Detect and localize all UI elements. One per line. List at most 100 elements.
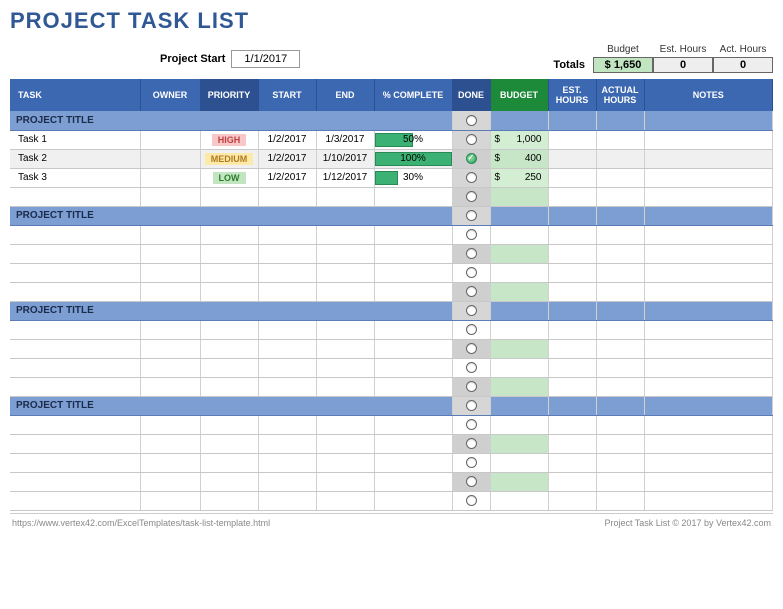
- cell[interactable]: [644, 472, 773, 491]
- priority-cell[interactable]: HIGH: [200, 130, 258, 149]
- done-cell[interactable]: [452, 130, 490, 149]
- radio-icon[interactable]: [466, 229, 477, 240]
- cell[interactable]: [374, 491, 452, 510]
- cell[interactable]: [200, 244, 258, 263]
- cell[interactable]: [490, 491, 548, 510]
- owner-cell[interactable]: [140, 130, 200, 149]
- cell[interactable]: [548, 453, 596, 472]
- cell[interactable]: [140, 415, 200, 434]
- cell[interactable]: [200, 187, 258, 206]
- cell[interactable]: [548, 187, 596, 206]
- radio-icon[interactable]: [466, 438, 477, 449]
- cell[interactable]: [596, 320, 644, 339]
- cell[interactable]: [140, 453, 200, 472]
- project-start-value[interactable]: 1/1/2017: [231, 50, 300, 68]
- cell[interactable]: [490, 472, 548, 491]
- cell[interactable]: [374, 339, 452, 358]
- cell[interactable]: [548, 434, 596, 453]
- cell[interactable]: [644, 263, 773, 282]
- end-cell[interactable]: 1/3/2017: [316, 130, 374, 149]
- cell[interactable]: [374, 358, 452, 377]
- act-cell[interactable]: [596, 130, 644, 149]
- cell[interactable]: [490, 225, 548, 244]
- cell[interactable]: [452, 472, 490, 491]
- cell[interactable]: [452, 187, 490, 206]
- cell[interactable]: [452, 320, 490, 339]
- cell[interactable]: [374, 263, 452, 282]
- cell[interactable]: [10, 244, 140, 263]
- done-cell[interactable]: [452, 301, 490, 320]
- budget-cell[interactable]: $400: [490, 149, 548, 168]
- cell[interactable]: [258, 415, 316, 434]
- cell[interactable]: [258, 358, 316, 377]
- cell[interactable]: [200, 320, 258, 339]
- pct-cell[interactable]: 50%: [374, 130, 452, 149]
- cell[interactable]: [316, 415, 374, 434]
- cell[interactable]: [374, 244, 452, 263]
- cell[interactable]: [200, 453, 258, 472]
- radio-icon[interactable]: [466, 134, 477, 145]
- cell[interactable]: [140, 225, 200, 244]
- cell[interactable]: [548, 282, 596, 301]
- cell[interactable]: [490, 282, 548, 301]
- radio-icon[interactable]: [466, 210, 477, 221]
- cell[interactable]: [596, 244, 644, 263]
- est-cell[interactable]: [548, 168, 596, 187]
- cell[interactable]: [452, 339, 490, 358]
- cell[interactable]: [316, 472, 374, 491]
- cell[interactable]: [644, 453, 773, 472]
- cell[interactable]: [200, 377, 258, 396]
- cell[interactable]: [10, 453, 140, 472]
- radio-icon[interactable]: [466, 191, 477, 202]
- cell[interactable]: [452, 358, 490, 377]
- cell[interactable]: [452, 415, 490, 434]
- owner-cell[interactable]: [140, 149, 200, 168]
- cell[interactable]: [10, 225, 140, 244]
- est-cell[interactable]: [548, 149, 596, 168]
- cell[interactable]: [10, 472, 140, 491]
- cell[interactable]: [548, 377, 596, 396]
- radio-icon[interactable]: [466, 248, 477, 259]
- cell[interactable]: [140, 187, 200, 206]
- cell[interactable]: [316, 244, 374, 263]
- cell[interactable]: [490, 339, 548, 358]
- start-cell[interactable]: 1/2/2017: [258, 130, 316, 149]
- budget-cell[interactable]: $1,000: [490, 130, 548, 149]
- cell[interactable]: [596, 415, 644, 434]
- cell[interactable]: [548, 320, 596, 339]
- cell[interactable]: [200, 415, 258, 434]
- radio-icon[interactable]: [466, 362, 477, 373]
- start-cell[interactable]: 1/2/2017: [258, 149, 316, 168]
- done-cell[interactable]: [452, 149, 490, 168]
- cell[interactable]: [200, 491, 258, 510]
- cell[interactable]: [140, 472, 200, 491]
- end-cell[interactable]: 1/10/2017: [316, 149, 374, 168]
- cell[interactable]: [490, 377, 548, 396]
- cell[interactable]: [10, 187, 140, 206]
- radio-icon[interactable]: [466, 324, 477, 335]
- radio-icon[interactable]: [466, 267, 477, 278]
- cell[interactable]: [596, 472, 644, 491]
- cell[interactable]: [644, 187, 773, 206]
- start-cell[interactable]: 1/2/2017: [258, 168, 316, 187]
- cell[interactable]: [10, 377, 140, 396]
- cell[interactable]: [490, 434, 548, 453]
- cell[interactable]: [452, 263, 490, 282]
- done-cell[interactable]: [452, 396, 490, 415]
- radio-icon[interactable]: [466, 381, 477, 392]
- cell[interactable]: [140, 244, 200, 263]
- cell[interactable]: [258, 472, 316, 491]
- cell[interactable]: [490, 320, 548, 339]
- cell[interactable]: [644, 225, 773, 244]
- cell[interactable]: [258, 282, 316, 301]
- radio-icon[interactable]: [466, 153, 477, 164]
- cell[interactable]: [548, 358, 596, 377]
- task-name[interactable]: Task 1: [10, 130, 140, 149]
- notes-cell[interactable]: [644, 168, 773, 187]
- cell[interactable]: [644, 491, 773, 510]
- cell[interactable]: [452, 377, 490, 396]
- pct-cell[interactable]: 30%: [374, 168, 452, 187]
- done-cell[interactable]: [452, 168, 490, 187]
- cell[interactable]: [490, 263, 548, 282]
- priority-cell[interactable]: LOW: [200, 168, 258, 187]
